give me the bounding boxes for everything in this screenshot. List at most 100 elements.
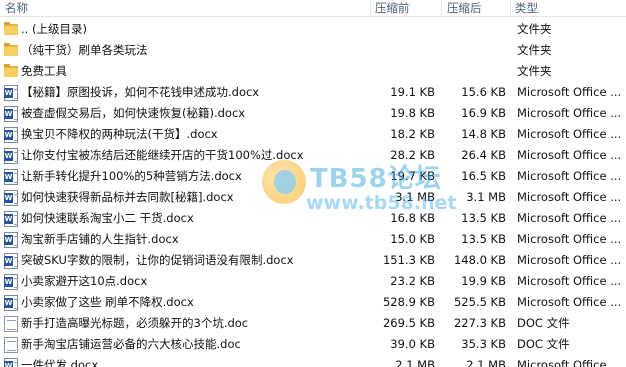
size-before: 16.8 KB <box>390 211 435 225</box>
docx-icon <box>4 169 18 185</box>
folder-icon <box>4 64 18 77</box>
size-before: 19.1 KB <box>390 85 435 99</box>
file-row[interactable]: 让新手转化提升100%的5种营销方法.docx 19.7 KB 16.5 KB Mic… <box>0 166 626 187</box>
size-before: 18.2 KB <box>390 127 435 141</box>
file-name: 如何快速联系淘宝小二 干货.docx <box>21 211 194 225</box>
size-before: 19.7 KB <box>390 169 435 183</box>
folder-row[interactable]: 免费工具 文件夹 <box>0 61 626 82</box>
file-row[interactable]: 一件代发.docx 2.1 MB 2.1 MB Microsoft Office ..… <box>0 355 626 367</box>
size-after: 14.8 KB <box>461 127 506 141</box>
file-row[interactable]: 换宝贝不降权的两种玩法(干货】.docx 18.2 KB 14.8 KB Micros… <box>0 124 626 145</box>
column-divider[interactable] <box>441 0 442 17</box>
docx-icon <box>4 127 18 143</box>
size-before <box>375 40 435 61</box>
file-name: （纯干货）刷单各类玩法 <box>21 43 148 57</box>
column-divider[interactable] <box>510 0 511 17</box>
docx-icon <box>4 232 18 248</box>
docx-icon <box>4 358 18 367</box>
file-row[interactable]: 小卖家做了这些 刷单不降权.docx 528.9 KB 525.5 KB Micros… <box>0 292 626 313</box>
column-header: 名称 压缩前 压缩后 类型 <box>0 0 626 17</box>
file-name: 免费工具 <box>21 64 67 78</box>
size-after: 19.9 KB <box>461 274 506 288</box>
file-row[interactable]: 淘宝新手店铺的人生指针.docx 15.0 KB 13.5 KB Microsoft … <box>0 229 626 250</box>
file-name: 小卖家避开这10点.docx <box>21 274 148 288</box>
file-name: 一件代发.docx <box>21 358 99 367</box>
file-name: 新手淘宝店铺运营必备的六大核心技能.doc <box>21 337 241 351</box>
file-name: 换宝贝不降权的两种玩法(干货】.docx <box>21 127 218 141</box>
file-type: Microsoft Office ... <box>517 127 622 141</box>
file-type: Microsoft Office ... <box>517 85 622 99</box>
file-type: DOC 文件 <box>517 316 570 330</box>
docx-icon <box>4 85 18 101</box>
file-name: .. (上级目录) <box>21 22 87 36</box>
size-after <box>445 40 506 61</box>
file-row[interactable]: 突破SKU字数的限制，让你的促销词语没有限制.docx 151.3 KB 148.0… <box>0 250 626 271</box>
file-row[interactable]: 小卖家避开这10点.docx 23.2 KB 19.9 KB Microsoft Of… <box>0 271 626 292</box>
size-after: 35.3 KB <box>461 337 506 351</box>
column-header-compressed-after[interactable]: 压缩后 <box>447 0 482 17</box>
size-before: 15.0 KB <box>390 232 435 246</box>
size-after: 16.5 KB <box>461 169 506 183</box>
size-after: 16.9 KB <box>461 106 506 120</box>
doc-icon <box>4 337 18 353</box>
docx-icon <box>4 211 18 227</box>
size-before: 269.5 KB <box>382 316 435 330</box>
folder-row[interactable]: （纯干货）刷单各类玩法 文件夹 <box>0 40 626 61</box>
size-after: 148.0 KB <box>453 253 506 267</box>
size-after <box>445 19 506 40</box>
file-row[interactable]: 被查虚假交易后，如何快速恢复(秘籍).docx 19.8 KB 16.9 KB Mic… <box>0 103 626 124</box>
size-before: 3.1 MB <box>395 190 435 204</box>
file-row[interactable]: 新手打造高曝光标题，必须躲开的3个坑.doc 269.5 KB 227.3 KB DO… <box>0 313 626 334</box>
docx-icon <box>4 253 18 269</box>
file-name: 突破SKU字数的限制，让你的促销词语没有限制.docx <box>21 253 294 267</box>
docx-icon <box>4 148 18 164</box>
size-after: 3.1 MB <box>466 190 506 204</box>
size-before: 19.8 KB <box>390 106 435 120</box>
file-type: Microsoft Office ... <box>517 274 622 288</box>
file-type: 文件夹 <box>517 64 552 78</box>
file-list: .. (上级目录)文件夹（纯干货）刷单各类玩法文件夹免费工具文件夹【秘籍】原图投… <box>0 19 626 367</box>
folder-icon <box>4 22 18 35</box>
docx-icon <box>4 274 18 290</box>
size-after: 2.1 MB <box>466 358 506 367</box>
size-after: 15.6 KB <box>461 85 506 99</box>
size-after: 227.3 KB <box>453 316 506 330</box>
file-type: Microsoft Office ... <box>517 295 622 309</box>
size-before <box>375 61 435 82</box>
size-before: 39.0 KB <box>390 337 435 351</box>
size-before <box>375 19 435 40</box>
docx-icon <box>4 190 18 206</box>
file-row[interactable]: 【秘籍】原图投诉，如何不花钱申述成功.docx 19.1 KB 15.6 KB Mic… <box>0 82 626 103</box>
file-row[interactable]: 让你支付宝被冻结后还能继续开店的干货100%过.docx 28.2 KB 26.4 … <box>0 145 626 166</box>
folder-row[interactable]: .. (上级目录) 文件夹 <box>0 19 626 40</box>
column-header-name[interactable]: 名称 <box>5 0 28 17</box>
file-name: 如何快速获得新品标并去同款[秘籍].docx <box>21 190 234 204</box>
file-type: Microsoft Office ... <box>517 211 622 225</box>
file-type: Microsoft Office ... <box>517 106 622 120</box>
size-after: 26.4 KB <box>461 148 506 162</box>
column-header-compressed-before[interactable]: 压缩前 <box>375 0 410 17</box>
size-after <box>445 61 506 82</box>
size-before: 151.3 KB <box>382 253 435 267</box>
doc-icon <box>4 316 18 332</box>
file-name: 【秘籍】原图投诉，如何不花钱申述成功.docx <box>21 85 260 99</box>
file-name: 淘宝新手店铺的人生指针.docx <box>21 232 179 246</box>
size-before: 528.9 KB <box>382 295 435 309</box>
size-before: 23.2 KB <box>390 274 435 288</box>
size-before: 2.1 MB <box>395 358 435 367</box>
file-type: Microsoft Office ... <box>517 232 622 246</box>
file-type: 文件夹 <box>517 43 552 57</box>
size-after: 13.5 KB <box>461 232 506 246</box>
file-type: Microsoft Office ... <box>517 358 622 367</box>
file-type: Microsoft Office ... <box>517 169 622 183</box>
column-divider[interactable] <box>370 0 371 17</box>
file-name: 让你支付宝被冻结后还能继续开店的干货100%过.docx <box>21 148 304 162</box>
size-after: 525.5 KB <box>453 295 506 309</box>
file-name: 新手打造高曝光标题，必须躲开的3个坑.doc <box>21 316 249 330</box>
file-row[interactable]: 如何快速联系淘宝小二 干货.docx 16.8 KB 13.5 KB Microsof… <box>0 208 626 229</box>
column-header-type[interactable]: 类型 <box>515 0 538 17</box>
file-row[interactable]: 新手淘宝店铺运营必备的六大核心技能.doc 39.0 KB 35.3 KB DOC 文… <box>0 334 626 355</box>
docx-icon <box>4 106 18 122</box>
file-row[interactable]: 如何快速获得新品标并去同款[秘籍].docx 3.1 MB 3.1 MB Micros… <box>0 187 626 208</box>
file-name: 让新手转化提升100%的5种营销方法.docx <box>21 169 242 183</box>
